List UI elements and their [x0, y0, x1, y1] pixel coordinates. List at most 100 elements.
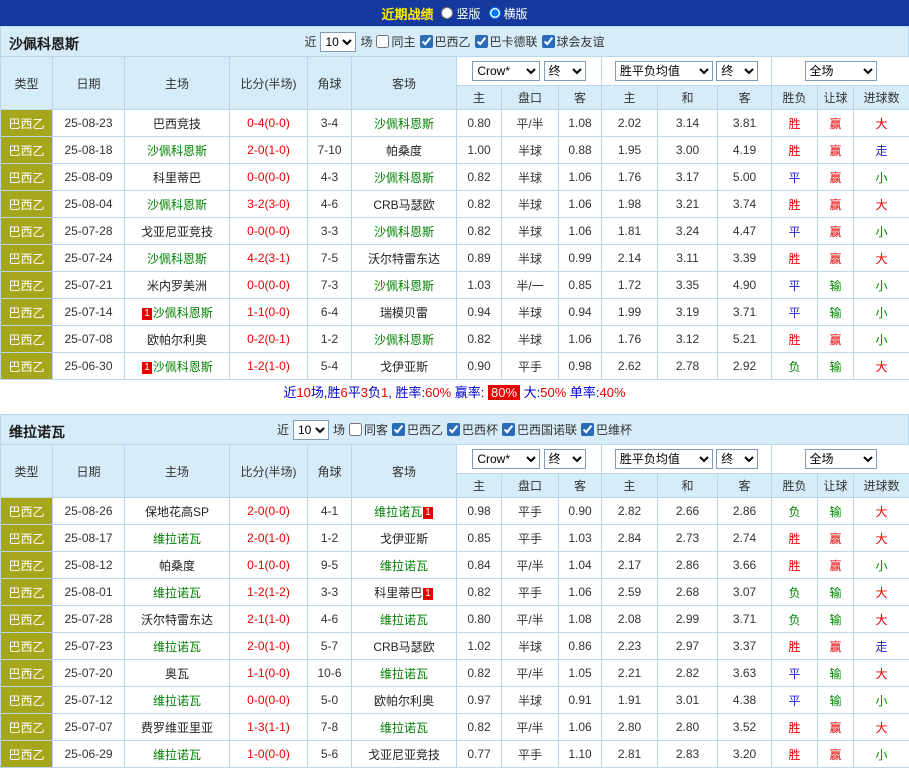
- team-name-link[interactable]: 沙佩科恩斯: [374, 225, 434, 239]
- team-name-link[interactable]: 帕桑度: [386, 144, 422, 158]
- team-name-link[interactable]: 科里蒂巴: [374, 586, 422, 600]
- avg-away-odds-cell: 3.52: [718, 714, 772, 741]
- score-cell[interactable]: 0-0(0-0): [230, 164, 308, 191]
- team-name-link[interactable]: 沙佩科恩斯: [374, 333, 434, 347]
- team-name-link[interactable]: 沃尔特雷东达: [368, 252, 440, 266]
- team-name-link[interactable]: 维拉诺瓦: [374, 505, 422, 519]
- score-cell[interactable]: 2-0(1-0): [230, 137, 308, 164]
- score-cell[interactable]: 2-0(1-0): [230, 525, 308, 552]
- horizontal-layout-radio[interactable]: [489, 7, 501, 19]
- score-cell[interactable]: 0-0(0-0): [230, 272, 308, 299]
- team-name-link[interactable]: 保地花高SP: [145, 505, 209, 519]
- team-name-link[interactable]: 戈亚尼亚竞技: [141, 225, 213, 239]
- asian-home-odds-cell: 0.90: [457, 353, 502, 380]
- league-filter-checkbox[interactable]: [581, 423, 594, 436]
- team-name-link[interactable]: CRB马瑟欧: [373, 198, 434, 212]
- recent-count-select[interactable]: 10: [293, 420, 329, 440]
- team-name-link[interactable]: 巴西竞技: [153, 117, 201, 131]
- team-name-link[interactable]: 沙佩科恩斯: [374, 117, 434, 131]
- score-cell[interactable]: 0-0(0-0): [230, 218, 308, 245]
- team-name-link[interactable]: 科里蒂巴: [153, 171, 201, 185]
- league-filter[interactable]: 巴维杯: [581, 421, 632, 438]
- score-cell[interactable]: 1-2(1-2): [230, 579, 308, 606]
- team-name-link[interactable]: 戈伊亚斯: [380, 360, 428, 374]
- score-cell[interactable]: 4-2(3-1): [230, 245, 308, 272]
- bookmaker-select[interactable]: Crow*: [472, 61, 540, 81]
- league-filter-checkbox[interactable]: [475, 35, 488, 48]
- team-name-link[interactable]: 欧帕尔利奥: [147, 333, 207, 347]
- team-name-link[interactable]: 维拉诺瓦: [380, 721, 428, 735]
- score-cell[interactable]: 2-1(1-0): [230, 606, 308, 633]
- avg-stage-select[interactable]: 终: [716, 61, 758, 81]
- league-filter[interactable]: 巴西乙: [392, 421, 443, 438]
- score-cell[interactable]: 0-0(0-0): [230, 687, 308, 714]
- team-name-link[interactable]: CRB马瑟欧: [373, 640, 434, 654]
- score-cell[interactable]: 1-0(0-0): [230, 741, 308, 768]
- team-name-link[interactable]: 欧帕尔利奥: [374, 694, 434, 708]
- team-name-link[interactable]: 沙佩科恩斯: [374, 279, 434, 293]
- team-name-link[interactable]: 帕桑度: [159, 559, 195, 573]
- team-name-link[interactable]: 沃尔特雷东达: [141, 613, 213, 627]
- score-cell[interactable]: 0-4(0-0): [230, 110, 308, 137]
- same-side-filter[interactable]: 同客: [349, 421, 388, 438]
- team-name-link[interactable]: 戈伊亚斯: [380, 532, 428, 546]
- home-team-cell: 沙佩科恩斯: [125, 137, 230, 164]
- team-name-link[interactable]: 沙佩科恩斯: [147, 198, 207, 212]
- score-cell[interactable]: 0-1(0-0): [230, 552, 308, 579]
- team-name-link[interactable]: 沙佩科恩斯: [147, 252, 207, 266]
- team-name-link[interactable]: 沙佩科恩斯: [147, 144, 207, 158]
- team-name-link[interactable]: 维拉诺瓦: [153, 640, 201, 654]
- score-cell[interactable]: 1-1(0-0): [230, 660, 308, 687]
- goals-result-cell: 大: [854, 606, 909, 633]
- score-cell[interactable]: 2-0(1-0): [230, 633, 308, 660]
- goals-result-cell: 小: [854, 552, 909, 579]
- team-name-link[interactable]: 米内罗美洲: [147, 279, 207, 293]
- team-name-link[interactable]: 沙佩科恩斯: [153, 360, 213, 374]
- team-name-link[interactable]: 瑞模贝雷: [380, 306, 428, 320]
- team-name-link[interactable]: 维拉诺瓦: [380, 613, 428, 627]
- avg-type-select[interactable]: 胜平负均值: [615, 61, 713, 81]
- avg-type-select[interactable]: 胜平负均值: [615, 449, 713, 469]
- date-cell: 25-08-26: [53, 498, 125, 525]
- team-name-link[interactable]: 维拉诺瓦: [153, 694, 201, 708]
- league-filter[interactable]: 球会友谊: [542, 33, 605, 50]
- same-side-filter[interactable]: 同主: [376, 33, 415, 50]
- bookmaker-select[interactable]: Crow*: [472, 449, 540, 469]
- layout-vertical-option[interactable]: 竖版: [441, 5, 480, 22]
- team-name-link[interactable]: 维拉诺瓦: [153, 586, 201, 600]
- avg-stage-select[interactable]: 终: [716, 449, 758, 469]
- odds-stage-select[interactable]: 终: [544, 61, 586, 81]
- team-name-link[interactable]: 维拉诺瓦: [380, 667, 428, 681]
- scope-select[interactable]: 全场: [805, 449, 877, 469]
- same-side-filter-checkbox[interactable]: [349, 423, 362, 436]
- league-filter[interactable]: 巴西杯: [447, 421, 498, 438]
- score-cell[interactable]: 2-0(0-0): [230, 498, 308, 525]
- score-cell[interactable]: 3-2(3-0): [230, 191, 308, 218]
- score-cell[interactable]: 1-1(0-0): [230, 299, 308, 326]
- league-filter-checkbox[interactable]: [542, 35, 555, 48]
- same-side-filter-checkbox[interactable]: [376, 35, 389, 48]
- league-filter[interactable]: 巴西乙: [420, 33, 471, 50]
- score-cell[interactable]: 1-3(1-1): [230, 714, 308, 741]
- team-name-link[interactable]: 费罗维亚里亚: [141, 721, 213, 735]
- league-filter[interactable]: 巴卡德联: [475, 33, 538, 50]
- league-filter-checkbox[interactable]: [447, 423, 460, 436]
- team-name-link[interactable]: 沙佩科恩斯: [374, 171, 434, 185]
- league-filter-checkbox[interactable]: [420, 35, 433, 48]
- team-name-link[interactable]: 维拉诺瓦: [380, 559, 428, 573]
- league-filter-checkbox[interactable]: [502, 423, 515, 436]
- team-name-link[interactable]: 维拉诺瓦: [153, 532, 201, 546]
- vertical-layout-radio[interactable]: [441, 7, 453, 19]
- league-filter[interactable]: 巴西国诺联: [502, 421, 577, 438]
- odds-stage-select[interactable]: 终: [544, 449, 586, 469]
- layout-horizontal-option[interactable]: 横版: [489, 5, 528, 22]
- team-name-link[interactable]: 奥瓦: [165, 667, 189, 681]
- avg-home-odds-cell: 1.72: [602, 272, 658, 299]
- league-filter-checkbox[interactable]: [392, 423, 405, 436]
- team-name-link[interactable]: 沙佩科恩斯: [153, 306, 213, 320]
- scope-select[interactable]: 全场: [805, 61, 877, 81]
- score-cell[interactable]: 1-2(1-0): [230, 353, 308, 380]
- col-goals: 进球数: [854, 86, 909, 110]
- score-cell[interactable]: 0-2(0-1): [230, 326, 308, 353]
- recent-count-select[interactable]: 10: [320, 32, 356, 52]
